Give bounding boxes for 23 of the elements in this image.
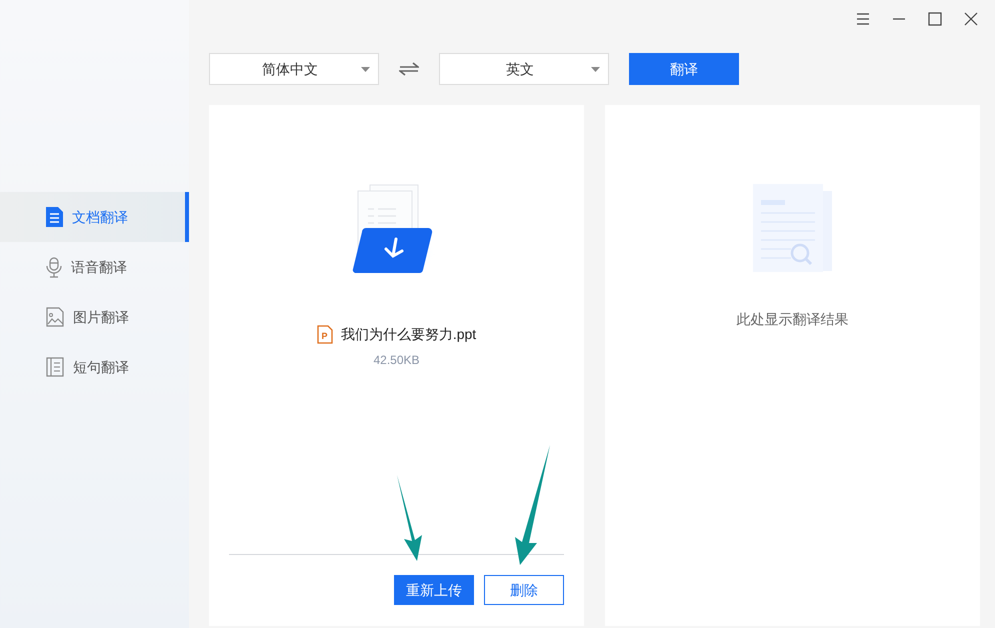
translate-button[interactable]: 翻译 [629, 53, 739, 85]
sidebar-item[interactable]: 文档翻译 [0, 192, 189, 242]
file-size: 42.50KB [373, 352, 420, 369]
caret-icon [591, 66, 600, 72]
text-list-icon [46, 357, 64, 377]
sidebar-item[interactable]: 短句翻译 [0, 342, 189, 392]
sidebar-item[interactable]: 图片翻译 [0, 292, 189, 342]
document-icon [46, 207, 63, 227]
file-name: 我们为什么要努力.ppt [340, 325, 476, 344]
caret-icon [361, 66, 370, 72]
delete-button[interactable]: 删除 [484, 575, 564, 605]
empty-result-message: 此处显示翻译结果 [736, 310, 848, 329]
microphone-icon [46, 256, 62, 278]
reupload-button[interactable]: 重新上传 [394, 575, 474, 605]
menu-icon[interactable] [856, 12, 870, 24]
image-icon [46, 307, 64, 327]
target-language-dropdown[interactable]: 英文 [439, 53, 609, 85]
sidebar-item[interactable]: 语音翻译 [0, 242, 189, 292]
swap-icon[interactable] [399, 62, 419, 76]
close-icon[interactable] [964, 12, 978, 26]
source-language-dropdown[interactable]: 简体中文 [209, 53, 379, 85]
maximize-icon[interactable] [928, 12, 942, 26]
ppt-file-icon: P [316, 325, 333, 344]
